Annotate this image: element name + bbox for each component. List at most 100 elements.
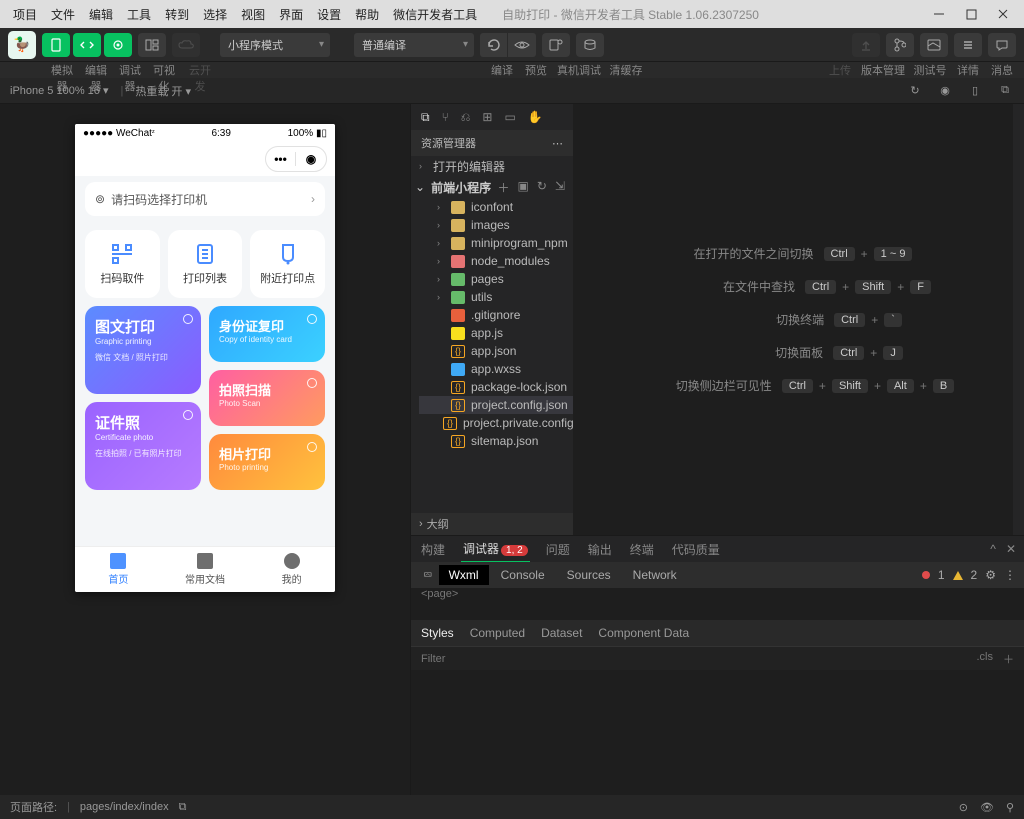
subtab-console[interactable]: Console [491, 565, 555, 585]
compile-select[interactable]: 普通编译 [354, 33, 474, 57]
card-certificate-photo[interactable]: 证件照 Certificate photo 在线拍照 / 已有照片打印 [85, 402, 201, 490]
panel-close-icon[interactable]: ✕ [1006, 542, 1016, 556]
version-button[interactable] [886, 33, 914, 57]
menu-file[interactable]: 文件 [44, 2, 82, 27]
capsule-close-icon[interactable]: ◉ [296, 152, 326, 166]
tree-item-app-wxss[interactable]: app.wxss [419, 360, 573, 378]
new-file-icon[interactable]: ＋ [498, 179, 510, 196]
tab-output[interactable]: 输出 [586, 537, 614, 562]
tree-item-project-config-json[interactable]: project.config.json [419, 396, 573, 414]
add-style-icon[interactable]: ＋ [1003, 651, 1014, 667]
tree-item-node-modules[interactable]: ›node_modules [419, 252, 573, 270]
upload-button[interactable] [852, 33, 880, 57]
tab-code-quality[interactable]: 代码质量 [670, 537, 722, 562]
outline-section[interactable]: ›大纲 [411, 513, 573, 535]
panel-up-icon[interactable]: ^ [990, 542, 996, 556]
feature-print-list[interactable]: 打印列表 [168, 230, 243, 298]
cloud-dev-button[interactable] [172, 33, 200, 57]
card-id-copy[interactable]: 身份证复印 Copy of identity card [209, 306, 325, 362]
open-editors-section[interactable]: ›打开的编辑器 [411, 156, 573, 176]
details-button[interactable] [954, 33, 982, 57]
inspect-icon[interactable]: ⮹ [419, 568, 437, 583]
hot-reload-toggle[interactable]: 热重载 开 ▾ [135, 83, 191, 99]
messages-button[interactable] [988, 33, 1016, 57]
minimize-button[interactable] [924, 2, 954, 26]
gear-icon[interactable]: ⚙ [985, 568, 996, 582]
test-account-button[interactable] [920, 33, 948, 57]
debug-icon[interactable]: ⊞ [482, 110, 492, 124]
scm-icon[interactable]: ⎌ [461, 110, 471, 125]
tree-item--gitignore[interactable]: .gitignore [419, 306, 573, 324]
styles-tab-computed[interactable]: Computed [470, 622, 525, 644]
menu-ui[interactable]: 界面 [272, 2, 310, 27]
scan-printer-row[interactable]: ⊚ 请扫码选择打印机 › [85, 182, 325, 216]
project-header[interactable]: ⌄ 前端小程序 ＋ ▣ ↻ ⇲ [411, 176, 573, 198]
menu-devtools[interactable]: 微信开发者工具 [386, 2, 484, 27]
tab-terminal[interactable]: 终端 [628, 537, 656, 562]
sb-icon-2[interactable]: 👁 [980, 801, 994, 814]
feature-nearby[interactable]: 附近打印点 [250, 230, 325, 298]
ext-icon[interactable]: ▭ [504, 110, 515, 124]
popout-icon[interactable]: ⧉ [996, 82, 1014, 100]
tree-item-sitemap-json[interactable]: sitemap.json [419, 432, 573, 450]
menu-goto[interactable]: 转到 [158, 2, 196, 27]
tree-item-images[interactable]: ›images [419, 216, 573, 234]
tab-docs[interactable]: 常用文档 [162, 547, 249, 592]
tree-item-package-lock-json[interactable]: package-lock.json [419, 378, 573, 396]
simulator-toggle[interactable] [42, 33, 70, 57]
cls-toggle[interactable]: .cls [977, 651, 994, 667]
preview-button[interactable] [508, 33, 536, 57]
explorer-icon[interactable]: ⧉ [421, 110, 430, 125]
subtab-network[interactable]: Network [623, 565, 687, 585]
tree-item-project-private-config-js---[interactable]: project.private.config.js... [419, 414, 573, 432]
sb-icon-3[interactable]: ⚲ [1006, 801, 1014, 814]
tree-item-pages[interactable]: ›pages [419, 270, 573, 288]
visualize-button[interactable] [138, 33, 166, 57]
hand-icon[interactable]: ✋ [528, 110, 543, 124]
collapse-icon[interactable]: ⇲ [555, 179, 565, 196]
menu-edit[interactable]: 编辑 [82, 2, 120, 27]
phone-icon[interactable]: ▯ [966, 82, 984, 100]
record-icon[interactable]: ◉ [936, 82, 954, 100]
page-path[interactable]: pages/index/index [80, 801, 169, 813]
more-icon[interactable]: ⋯ [552, 137, 563, 150]
tree-item-iconfont[interactable]: ›iconfont [419, 198, 573, 216]
tab-problems[interactable]: 问题 [544, 537, 572, 562]
tab-build[interactable]: 构建 [419, 537, 447, 562]
copy-path-icon[interactable]: ⧉ [179, 801, 187, 814]
tab-debugger[interactable]: 调试器1, 2 [461, 536, 530, 563]
capsule-button[interactable]: •••◉ [265, 146, 327, 172]
close-button[interactable] [988, 2, 1018, 26]
editor-toggle[interactable] [73, 33, 101, 57]
menu-help[interactable]: 帮助 [348, 2, 386, 27]
kebab-icon[interactable]: ⋮ [1004, 568, 1016, 582]
debugger-toggle[interactable] [104, 33, 132, 57]
menu-settings[interactable]: 设置 [310, 2, 348, 27]
styles-tab-styles[interactable]: Styles [421, 622, 454, 644]
menu-project[interactable]: 项目 [6, 2, 44, 27]
subtab-wxml[interactable]: Wxml [439, 565, 489, 585]
tab-home[interactable]: 首页 [75, 547, 162, 592]
menu-tool[interactable]: 工具 [120, 2, 158, 27]
new-folder-icon[interactable]: ▣ [518, 179, 529, 196]
subtab-sources[interactable]: Sources [557, 565, 621, 585]
wxml-root[interactable]: <page> [411, 588, 1024, 600]
styles-tab-dataset[interactable]: Dataset [541, 622, 582, 644]
styles-tab-component[interactable]: Component Data [598, 622, 689, 644]
remote-debug-button[interactable] [542, 33, 570, 57]
card-photo-scan[interactable]: 拍照扫描 Photo Scan [209, 370, 325, 426]
feature-scan-pickup[interactable]: 扫码取件 [85, 230, 160, 298]
refresh-icon[interactable]: ↻ [906, 82, 924, 100]
maximize-button[interactable] [956, 2, 986, 26]
clear-cache-button[interactable] [576, 33, 604, 57]
search-side-icon[interactable]: ⑂ [442, 110, 449, 124]
tree-item-app-js[interactable]: app.js [419, 324, 573, 342]
device-select[interactable]: iPhone 5 100% 16 ▾ [10, 84, 109, 97]
compile-button[interactable] [480, 33, 508, 57]
menu-view[interactable]: 视图 [234, 2, 272, 27]
tab-mine[interactable]: 我的 [248, 547, 335, 592]
card-graphic-print[interactable]: 图文打印 Graphic printing 微信 文档 / 照片打印 [85, 306, 201, 394]
mode-select[interactable]: 小程序模式 [220, 33, 330, 57]
filter-input[interactable]: Filter [421, 653, 445, 665]
refresh-tree-icon[interactable]: ↻ [537, 179, 547, 196]
